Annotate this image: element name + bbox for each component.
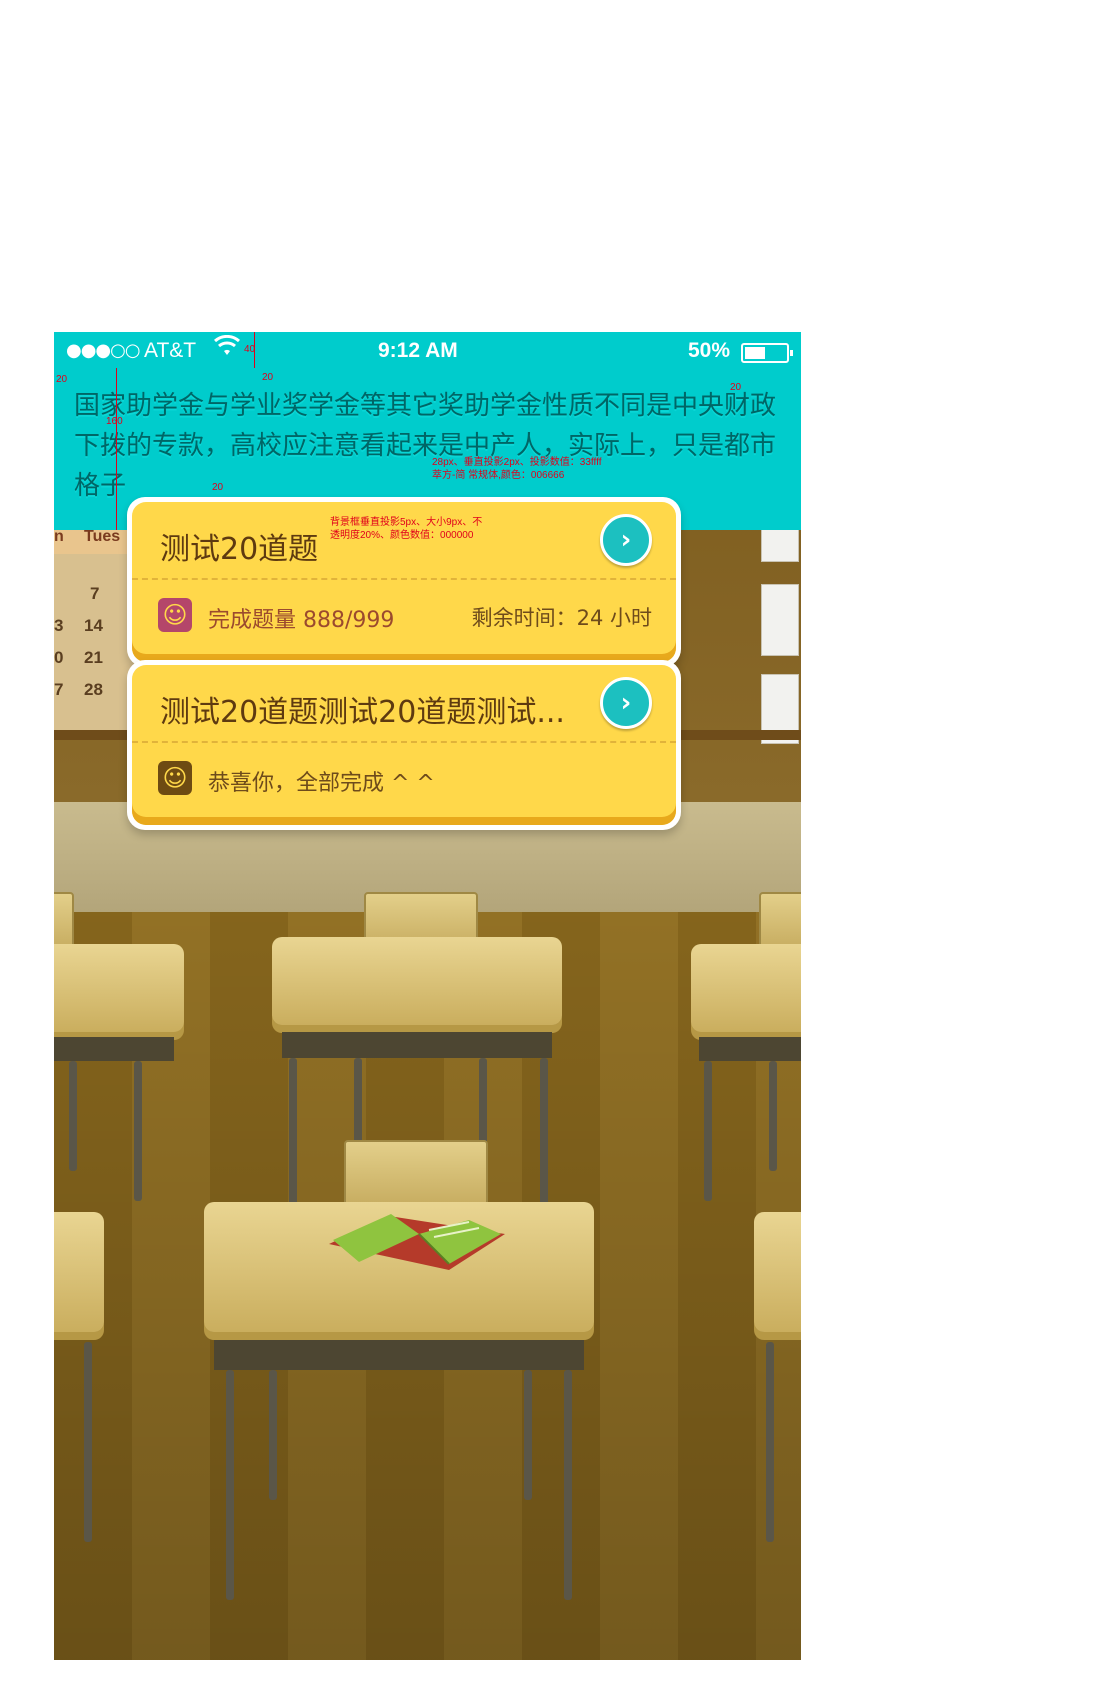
- phone-screen: n Tues 7 14 21 28 3 0 7 ●●●○○ AT&T 9:12 …: [54, 332, 801, 1660]
- clock: 9:12 AM: [378, 339, 458, 362]
- font-spec-line: 28px、垂直投影2px、投影数值：33ffff: [432, 457, 602, 468]
- shadow-spec-line: 透明度20%、颜色数值：000000: [330, 530, 474, 541]
- desk-leg: [540, 1058, 548, 1208]
- quiz-progress: 完成题量 888/999: [208, 608, 395, 633]
- desk: [754, 1212, 801, 1332]
- measure-label: 40: [244, 344, 256, 355]
- font-spec-note: 28px、垂直投影2px、投影数值：33ffff 萃方-简 常规体,颜色：006…: [432, 456, 602, 482]
- quiz-card-body: 测试20道题测试20道题测试... › ☺ 恭喜你，全部完成 ^ ^: [132, 665, 676, 825]
- desk: [54, 1212, 104, 1332]
- desk-leg: [769, 1061, 777, 1171]
- measure-label: 160: [106, 416, 123, 427]
- calendar-header-label: Tues: [84, 528, 121, 545]
- desk-leg: [354, 1058, 362, 1148]
- measure-label: 20: [56, 374, 68, 385]
- desk-front: [282, 1032, 552, 1058]
- measure-label: 20: [730, 382, 742, 393]
- open-book-icon: [329, 1214, 505, 1270]
- desk-leg: [564, 1370, 572, 1600]
- desk-leg: [289, 1058, 297, 1208]
- smile-icon: ☺: [158, 761, 192, 795]
- card-divider: [132, 741, 676, 743]
- desk-leg: [479, 1058, 487, 1148]
- calendar-number: 3: [54, 616, 64, 635]
- measure-label: 20: [212, 482, 224, 493]
- calendar-number: 14: [84, 616, 103, 635]
- quiz-card-title: 测试20道题: [160, 532, 319, 567]
- quiz-card[interactable]: 测试20道题测试20道题测试... › ☺ 恭喜你，全部完成 ^ ^: [127, 660, 681, 830]
- chevron-right-icon[interactable]: ›: [600, 677, 652, 729]
- desk: [691, 944, 801, 1032]
- smile-icon: ☺: [158, 598, 192, 632]
- desk-leg: [84, 1342, 92, 1542]
- calendar-number: 7: [90, 584, 100, 603]
- desk-leg: [269, 1370, 277, 1500]
- desk-front: [54, 1037, 174, 1061]
- desk: [272, 937, 562, 1025]
- measure-label: 20: [262, 372, 274, 383]
- quiz-card-title: 测试20道题测试20道题测试...: [160, 695, 565, 730]
- carrier-name: AT&T: [144, 339, 197, 362]
- desk-leg: [524, 1370, 532, 1500]
- card-divider: [132, 578, 676, 580]
- wifi-icon: [214, 334, 240, 363]
- battery-icon: [741, 343, 793, 363]
- calendar-number: 7: [54, 680, 64, 699]
- shadow-spec-note: 背景框垂直投影5px、大小9px、不 透明度20%、颜色数值：000000: [330, 516, 482, 542]
- chevron-right-icon[interactable]: ›: [600, 514, 652, 566]
- calendar-number: 0: [54, 648, 64, 667]
- desk-front: [214, 1340, 584, 1370]
- wall-posters: [757, 502, 801, 744]
- desk-front: [699, 1037, 801, 1061]
- desk-leg: [226, 1370, 234, 1600]
- shadow-spec-line: 背景框垂直投影5px、大小9px、不: [330, 517, 483, 528]
- battery-percent: 50%: [688, 339, 731, 362]
- measure-line: [116, 368, 117, 530]
- notice-text: 国家助学金与学业奖学金等其它奖助学金性质不同是中央财政下拨的专款，高校应注意看起…: [74, 391, 777, 501]
- poster: [761, 584, 799, 656]
- desk-leg: [134, 1061, 142, 1201]
- status-bar: ●●●○○ AT&T 9:12 AM 50%: [54, 332, 801, 372]
- calendar-side-label: n: [54, 528, 64, 545]
- desk: [54, 944, 184, 1032]
- calendar-number: 28: [84, 680, 103, 699]
- quiz-progress: 恭喜你，全部完成 ^ ^: [208, 771, 435, 796]
- desk-leg: [704, 1061, 712, 1201]
- calendar-number: 21: [84, 648, 103, 667]
- desk-leg: [69, 1061, 77, 1171]
- remaining-time: 剩余时间：24 小时: [471, 606, 652, 630]
- signal-strength-icon: ●●●○○: [66, 340, 141, 361]
- desk-leg: [766, 1342, 774, 1542]
- font-spec-line: 萃方-简 常规体,颜色：006666: [432, 470, 565, 481]
